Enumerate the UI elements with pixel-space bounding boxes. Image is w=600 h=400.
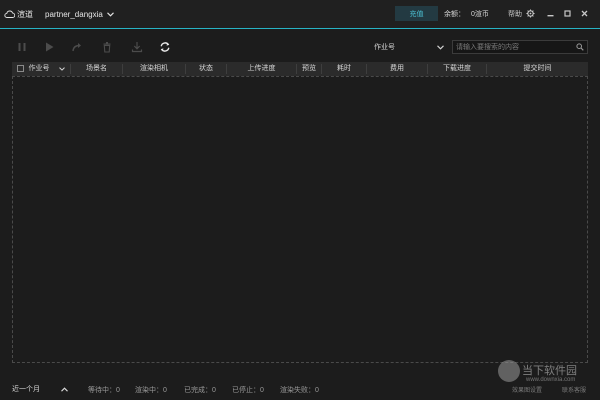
column-header-status[interactable]: 状态 (186, 62, 226, 76)
column-header-camera[interactable]: 渲染相机 (123, 62, 185, 76)
settings-gear-icon[interactable] (525, 8, 536, 19)
column-header-preview[interactable]: 预览 (297, 62, 321, 76)
app-logo: 渲道 (4, 8, 33, 20)
column-header-submit-time[interactable]: 提交时间 (487, 62, 588, 76)
balance-display: 余额： 0渲币 (444, 9, 489, 19)
chevron-up-icon (61, 386, 68, 392)
play-icon[interactable] (42, 40, 56, 54)
trash-icon[interactable] (100, 40, 114, 54)
watermark-logo (498, 360, 520, 382)
search-input[interactable] (456, 42, 571, 52)
download-icon[interactable] (130, 40, 144, 54)
accent-divider (0, 28, 600, 29)
balance-label: 余额： (444, 11, 465, 18)
help-link[interactable]: 帮助 (508, 9, 522, 19)
time-range-value: 近一个月 (12, 386, 40, 393)
search-box (452, 40, 588, 54)
chevron-down-icon[interactable] (59, 67, 65, 71)
redo-icon[interactable] (70, 40, 84, 54)
column-header-cost[interactable]: 费用 (367, 62, 427, 76)
search-field-select[interactable]: 作业号 (370, 40, 446, 54)
balance-value: 0渲币 (471, 11, 489, 18)
status-stopped: 已停止：0 (232, 387, 264, 394)
chevron-down-icon (106, 11, 114, 17)
column-header-upload-progress[interactable]: 上传进度 (227, 62, 296, 76)
column-header-job-id[interactable]: 作业号 (26, 62, 52, 76)
refresh-icon[interactable] (158, 40, 172, 54)
status-failed: 渲染失败：0 (280, 387, 319, 394)
recharge-button[interactable]: 充值 (395, 6, 438, 21)
app-name: 渲道 (17, 9, 33, 19)
column-header-scene[interactable]: 场景名 (71, 62, 122, 76)
select-all-checkbox[interactable] (17, 65, 24, 72)
username: partner_dangxia (45, 9, 103, 19)
user-dropdown[interactable]: partner_dangxia (45, 8, 114, 20)
pause-icon[interactable] (15, 40, 29, 54)
chevron-down-icon (437, 44, 444, 50)
status-completed: 已完成：0 (184, 387, 216, 394)
watermark-url: www.downxia.com (526, 377, 576, 383)
job-table-body[interactable] (12, 76, 588, 363)
watermark-text: 当下软件园 (522, 365, 577, 377)
column-header-download-progress[interactable]: 下载进度 (428, 62, 486, 76)
close-icon[interactable] (579, 8, 590, 19)
status-waiting: 等待中：0 (88, 387, 120, 394)
search-icon[interactable] (576, 43, 584, 51)
maximize-icon[interactable] (562, 8, 573, 19)
minimize-icon[interactable] (545, 8, 556, 19)
watermark: 当下软件园 www.downxia.com (498, 358, 598, 394)
status-rendering: 渲染中：0 (135, 387, 167, 394)
column-header-duration[interactable]: 耗时 (322, 62, 366, 76)
time-range-select[interactable]: 近一个月 (12, 383, 68, 395)
search-field-value: 作业号 (374, 44, 395, 51)
table-header: 作业号 场景名 渲染相机 状态 上传进度 预览 耗时 费用 下载进度 提交时间 (12, 62, 588, 76)
cloud-icon (4, 10, 15, 18)
